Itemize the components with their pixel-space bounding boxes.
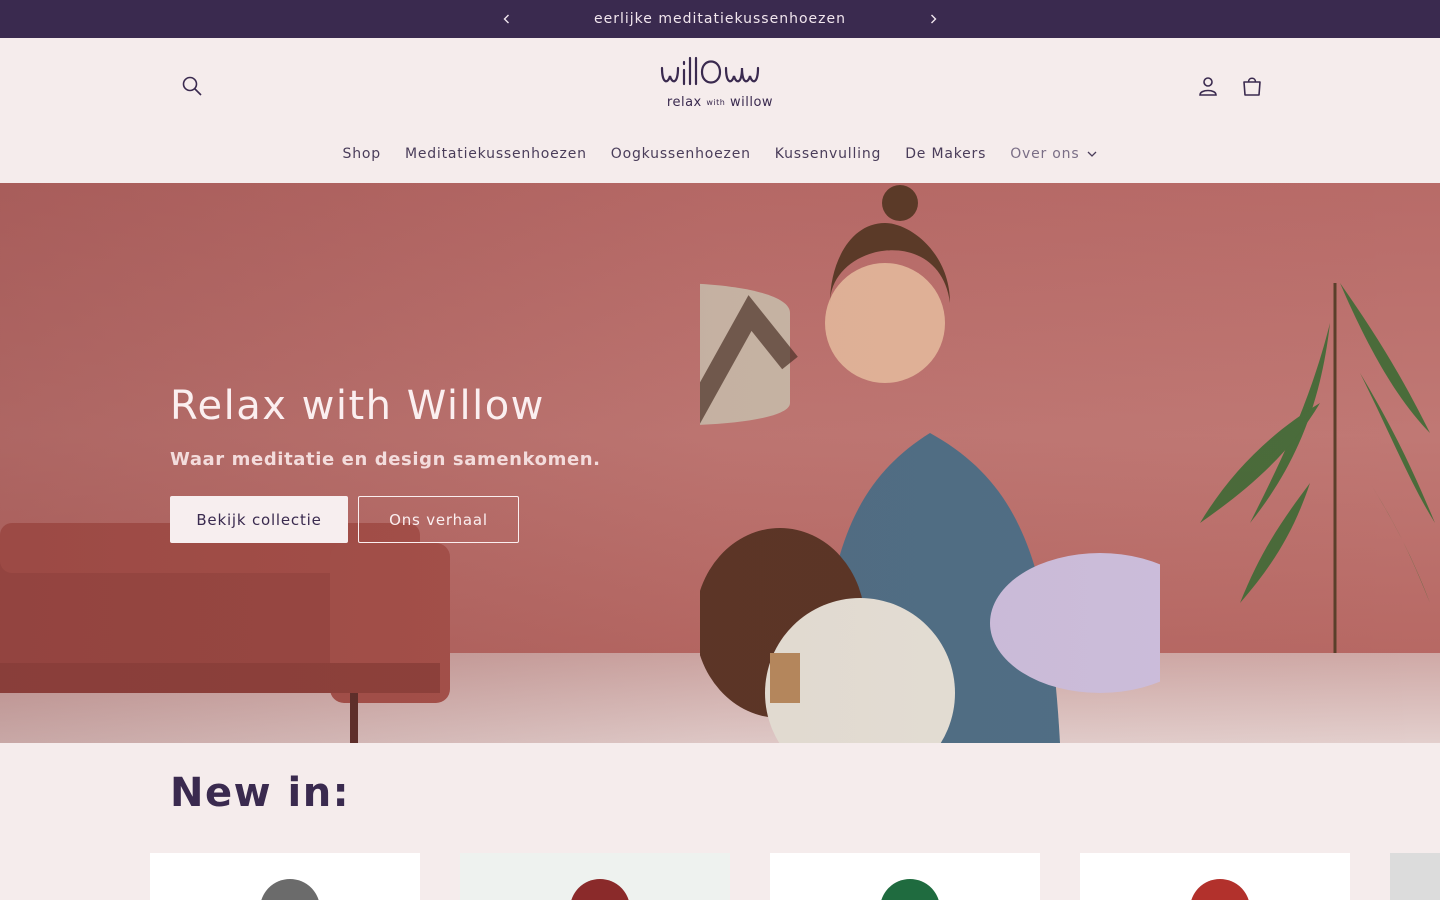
- main-nav: Shop Meditatiekussenhoezen Oogkussenhoez…: [0, 138, 1440, 170]
- cart-button[interactable]: [1230, 64, 1274, 108]
- announcement-bar: eerlijke meditatiekussenhoezen: [0, 0, 1440, 38]
- product-image: [880, 879, 940, 900]
- nav-item-oogkussenhoezen[interactable]: Oogkussenhoezen: [599, 140, 763, 168]
- nav-item-over-ons[interactable]: Over ons: [998, 140, 1109, 168]
- nav-label: Oogkussenhoezen: [610, 146, 751, 162]
- hero-subtitle: Waar meditatie en design samenkomen.: [170, 449, 601, 470]
- logo[interactable]: relax with willow: [650, 54, 790, 120]
- announcement-prev-button[interactable]: [497, 9, 517, 29]
- nav-label: Shop: [342, 146, 381, 162]
- announcement-next-button[interactable]: [923, 9, 943, 29]
- search-button[interactable]: [170, 64, 214, 108]
- nav-item-meditatiekussenhoezen[interactable]: Meditatiekussenhoezen: [393, 140, 599, 168]
- nav-label: Kussenvulling: [774, 146, 882, 162]
- hero-title: Relax with Willow: [170, 383, 545, 429]
- chevron-left-icon: [503, 14, 509, 24]
- product-card[interactable]: [1080, 853, 1350, 900]
- nav-item-de-makers[interactable]: De Makers: [893, 140, 998, 168]
- product-card[interactable]: [1390, 853, 1440, 900]
- account-button[interactable]: [1186, 64, 1230, 108]
- logo-tagline-willow: willow: [730, 95, 774, 110]
- nav-item-shop[interactable]: Shop: [331, 140, 393, 168]
- search-icon: [182, 76, 202, 96]
- our-story-button[interactable]: Ons verhaal: [358, 496, 519, 543]
- account-icon: [1199, 77, 1217, 96]
- logo-tagline: relax with willow: [667, 95, 773, 110]
- chevron-down-icon: [1087, 151, 1097, 157]
- logo-tagline-with: with: [706, 98, 726, 107]
- product-image: [260, 879, 320, 900]
- hero-banner: Relax with Willow Waar meditatie en desi…: [0, 183, 1440, 743]
- announcement-text: eerlijke meditatiekussenhoezen: [594, 11, 846, 27]
- product-card[interactable]: [150, 853, 420, 900]
- new-in-title: New in:: [170, 770, 351, 816]
- product-image: [570, 879, 630, 900]
- view-collection-button[interactable]: Bekijk collectie: [170, 496, 348, 543]
- nav-label: De Makers: [905, 146, 987, 162]
- logo-tagline-relax: relax: [666, 95, 702, 110]
- product-image: [1190, 879, 1250, 900]
- willow-logo-wordmark: [660, 56, 760, 86]
- nav-label: Meditatiekussenhoezen: [404, 146, 587, 162]
- product-card[interactable]: [770, 853, 1040, 900]
- site-header: relax with willow Shop Meditatiekussenho…: [0, 38, 1440, 183]
- cart-icon: [1243, 77, 1261, 96]
- nav-item-kussenvulling[interactable]: Kussenvulling: [763, 140, 893, 168]
- nav-label: Over ons: [1010, 146, 1080, 162]
- product-card[interactable]: [460, 853, 730, 900]
- chevron-right-icon: [931, 14, 937, 24]
